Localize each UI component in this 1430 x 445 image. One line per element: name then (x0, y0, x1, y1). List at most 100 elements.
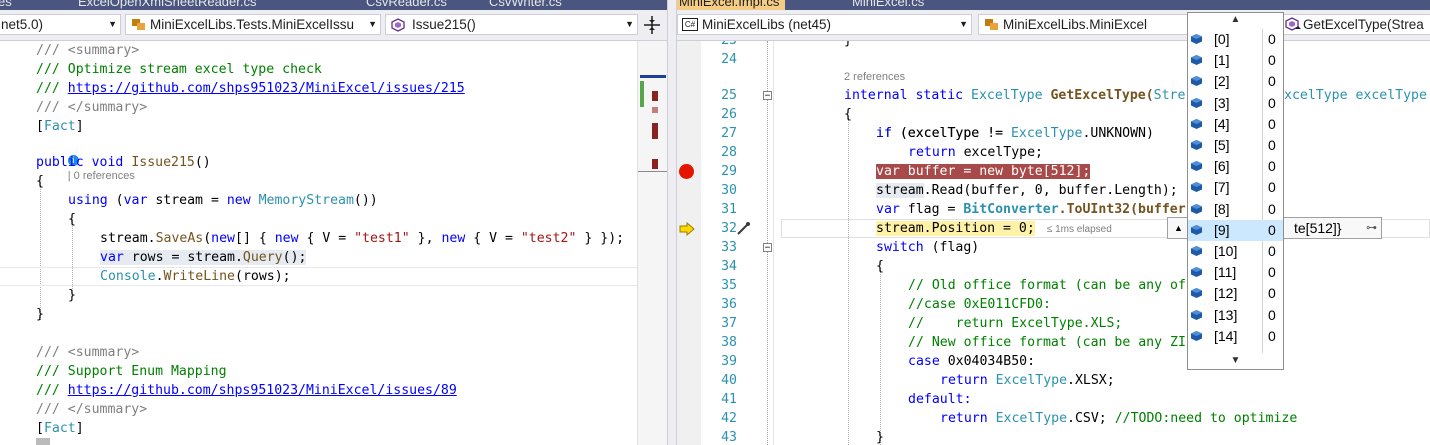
tab-es[interactable]: es (0, 0, 18, 10)
breakpoint-icon[interactable] (679, 164, 694, 179)
split-editor-button[interactable] (640, 14, 664, 36)
tab-miniexcel[interactable]: MiniExcel.cs (846, 0, 930, 10)
tab-csvwriter[interactable]: CsvWriter.cs (483, 0, 568, 10)
framework-dropdown[interactable]: net5.0) ▼ (0, 14, 121, 35)
codelens-fragment (36, 438, 50, 445)
collapse-toggle[interactable]: − (763, 91, 772, 101)
collapse-toggle[interactable]: − (763, 243, 772, 253)
error-marker (652, 107, 658, 113)
field-icon (1191, 55, 1202, 66)
scroll-up-icon[interactable]: ▲ (1188, 13, 1283, 27)
field-icon (1191, 161, 1202, 172)
code-line: { (876, 259, 884, 274)
expand-arrow-icon[interactable]: ▲ (1174, 218, 1183, 238)
field-icon (1191, 203, 1202, 214)
array-element-row[interactable]: [1] 0 (1188, 50, 1283, 71)
array-element-row[interactable]: [8] 0 (1188, 199, 1283, 220)
line-number: 39 (721, 354, 737, 369)
code-line: Console.WriteLine(rows); (100, 269, 291, 284)
array-element-row[interactable]: [0] 0 (1188, 29, 1283, 50)
line-number: 32 (721, 221, 737, 236)
code-line: // New office format (can be any ZI (908, 335, 1186, 350)
line-number: 23 (701, 41, 737, 50)
array-value: 0 (1268, 179, 1276, 196)
framework-label: net5.0) (1, 17, 44, 32)
left-vertical-scrollbar[interactable] (637, 41, 668, 445)
array-element-row[interactable]: [10] 0 (1188, 241, 1283, 262)
member-label: Issue215() (412, 17, 476, 32)
code-line: } (68, 288, 76, 303)
field-icon (1191, 140, 1202, 150)
perftip-elapsed[interactable]: ≤ 1ms elapsed (1047, 224, 1112, 235)
class-icon (985, 19, 998, 30)
array-element-row[interactable]: [3] 0 (1188, 93, 1283, 114)
array-element-row[interactable]: [11] 0 (1188, 262, 1283, 283)
breakpoint-line: var buffer = new byte[512]; (876, 164, 1091, 179)
code-line: /// Support Enum Mapping (36, 364, 227, 379)
line-number: 35 (721, 278, 737, 293)
field-icon (1191, 224, 1202, 235)
tab-miniexcel-impl[interactable]: MiniExcel.Impl.cs (673, 0, 786, 10)
line-number: 43 (721, 430, 737, 445)
error-marker (652, 159, 658, 169)
member-dropdown-right[interactable]: GetExcelType(Strea (1282, 14, 1430, 35)
array-element-row[interactable]: [12] 0 (1188, 283, 1283, 304)
field-icon (1191, 267, 1202, 278)
array-element-row[interactable]: [2] 0 (1188, 71, 1283, 92)
scroll-position-line (638, 171, 668, 172)
glyph-margin[interactable] (677, 41, 701, 445)
editor-splitter[interactable] (667, 0, 677, 445)
scroll-down-icon[interactable]: ▼ (1188, 354, 1283, 368)
array-element-row[interactable]: [13] 0 (1188, 305, 1283, 326)
line-number: 41 (721, 392, 737, 407)
array-value: 0 (1268, 200, 1276, 217)
array-index: [3] (1214, 94, 1230, 111)
error-marker (652, 91, 658, 101)
tab-csvreader[interactable]: CsvReader.cs (360, 0, 453, 10)
chevron-down-icon: ▼ (625, 19, 634, 29)
code-line: return excelType; (908, 145, 1043, 160)
array-element-row[interactable]: [7] 0 (1188, 177, 1283, 198)
code-line: switch (flag) (876, 240, 980, 255)
edit-and-continue-brush-icon[interactable] (735, 221, 751, 237)
line-number: 42 (721, 411, 737, 426)
class-dropdown[interactable]: MiniExcelLibs.Tests.MiniExcelIssu ▼ (125, 14, 381, 35)
line-number: 40 (721, 373, 737, 388)
class-label-right: MiniExcelLibs.MiniExcel (1003, 17, 1148, 32)
tab-excelopenxmlsheetreader[interactable]: ExcelOpenXmlSheetReader.cs (72, 0, 262, 10)
line-number: 27 (721, 126, 737, 141)
array-element-row[interactable]: [14] 0 (1188, 326, 1283, 347)
array-element-row[interactable]: [5] 0 (1188, 135, 1283, 156)
code-line: // return ExcelType.XLS; (908, 316, 1123, 331)
array-index: [11] (1214, 264, 1237, 281)
array-index: [2] (1214, 73, 1230, 90)
field-icon (1191, 330, 1202, 341)
chevron-down-icon: ▼ (108, 19, 117, 29)
code-line: /// <summary> (36, 345, 140, 360)
codelens-references[interactable]: i | 0 references (36, 136, 135, 182)
array-index: [7] (1214, 179, 1230, 196)
pin-icon[interactable]: ⊶ (1366, 218, 1377, 238)
code-line: [Fact] (36, 119, 84, 134)
issue-link[interactable]: https://github.com/shps951023/MiniExcel/… (68, 81, 465, 96)
datatip-value-tail: te[512]} (1294, 220, 1342, 236)
array-element-row[interactable]: [6] 0 (1188, 156, 1283, 177)
array-element-row[interactable]: [9] 0 (1188, 219, 1283, 241)
code-line-highlighted: var rows = stream.Query(); (100, 250, 307, 265)
code-line: /// https://github.com/shps951023/MiniEx… (36, 81, 465, 96)
array-element-row[interactable]: [4] 0 (1188, 114, 1283, 135)
code-line: [Fact] (36, 421, 84, 436)
field-icon (1191, 97, 1202, 108)
member-dropdown[interactable]: Issue215() ▼ (385, 14, 638, 35)
error-marker (652, 123, 658, 139)
codelens-references[interactable]: 2 references (844, 69, 905, 85)
line-number: 30 (721, 183, 737, 198)
array-value: 0 (1268, 52, 1276, 69)
array-expansion-popup[interactable]: ▲ [0] 0 [1] 0 [2] 0 [3] 0 [4] 0 [5] 0 [6] 0 [7] 0 [8] 0 [9… (1187, 12, 1284, 370)
current-statement-line: stream.Position = 0; ≤ 1ms elapsed (876, 221, 1112, 236)
issue-link[interactable]: https://github.com/shps951023/MiniExcel/… (68, 383, 457, 398)
line-number: 29 (721, 164, 737, 179)
split-icon (644, 16, 660, 34)
project-dropdown[interactable]: C# MiniExcelLibs (net45) ▼ (677, 14, 972, 35)
left-code-editor[interactable]: /// <summary> /// Optimize stream excel … (0, 41, 637, 445)
